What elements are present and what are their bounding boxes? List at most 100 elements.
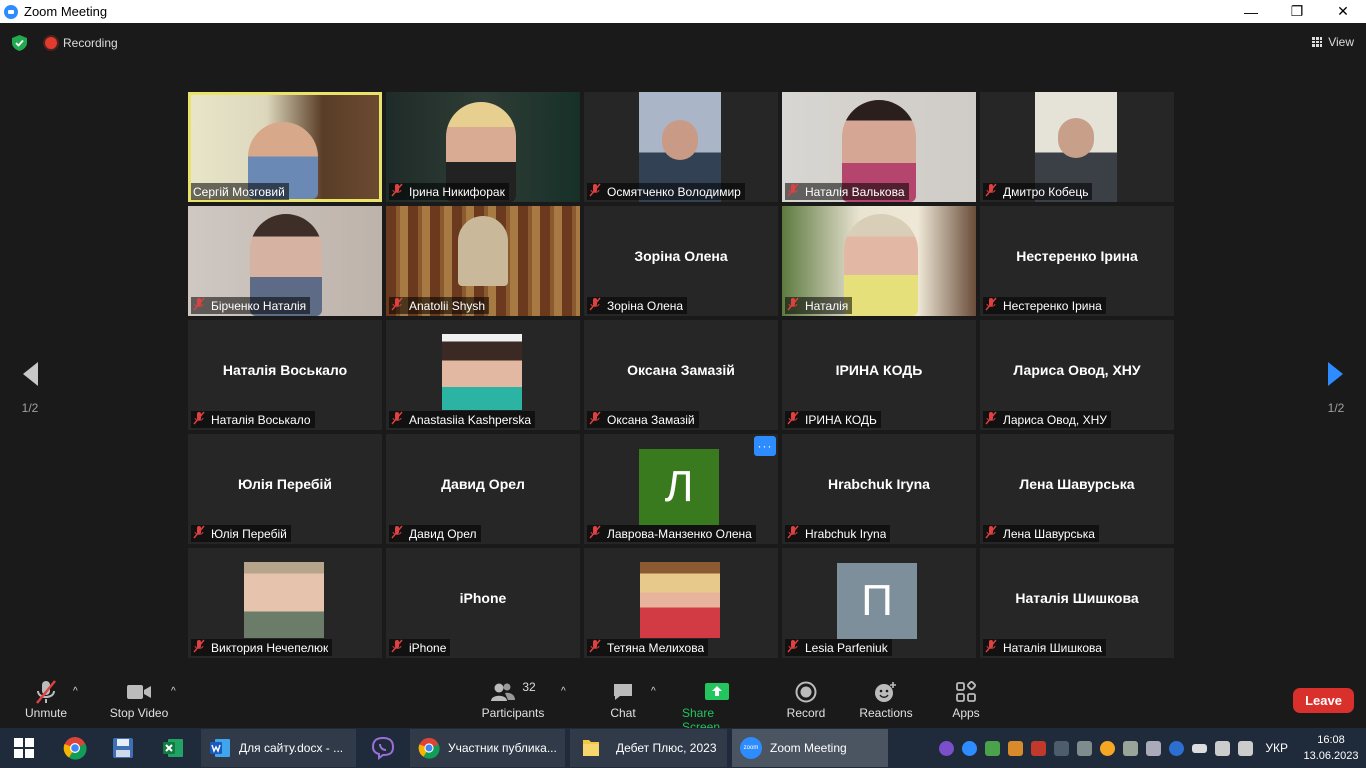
zoom-taskbar-button[interactable]: zoom Zoom Meeting	[732, 729, 888, 767]
zoom-tray-icon[interactable]	[962, 740, 978, 756]
mic-muted-icon	[787, 639, 805, 656]
share-screen-button[interactable]: Share Screen	[682, 678, 752, 734]
chrome-taskbar-button[interactable]	[52, 729, 98, 767]
network-icon[interactable]	[1215, 740, 1231, 756]
participant-tile[interactable]: Давид Орел Давид Орел	[386, 434, 580, 544]
speaker-tray-icon[interactable]	[1031, 740, 1047, 756]
participant-tile[interactable]: Бірченко Наталія	[188, 206, 382, 316]
stop-video-button[interactable]: Stop Video	[108, 678, 170, 720]
participant-tile[interactable]: Ірина Никифорак	[386, 92, 580, 202]
audio-options-caret-icon[interactable]: ^	[73, 686, 78, 697]
participants-count: 32	[522, 680, 536, 694]
participant-tile[interactable]: П Lesia Parfeniuk	[782, 548, 976, 658]
smiley-icon	[874, 678, 898, 706]
participant-tile[interactable]: Наталія Воськало Наталія Воськало	[188, 320, 382, 430]
apps-button[interactable]: Apps	[951, 678, 981, 720]
participant-tile[interactable]: Осмятченко Володимир	[584, 92, 778, 202]
participant-tile[interactable]: Оксана Замазій Оксана Замазій	[584, 320, 778, 430]
view-button[interactable]: View	[1312, 35, 1354, 49]
participant-name-label: Lesia Parfeniuk	[785, 639, 892, 656]
folder-icon	[583, 740, 599, 756]
usb-tray-icon[interactable]	[1146, 740, 1162, 756]
mic-muted-icon	[985, 297, 1003, 314]
next-page-button[interactable]: 1/2	[1322, 360, 1350, 415]
start-button[interactable]	[0, 729, 48, 767]
mic-muted-icon	[391, 411, 409, 428]
display-tray-icon[interactable]	[1077, 740, 1093, 756]
participant-name-label: ІРИНА КОДЬ	[785, 411, 881, 428]
participant-display-name: Hrabchuk Iryna	[828, 476, 930, 492]
star-tray-icon[interactable]	[1100, 740, 1116, 756]
participant-tile[interactable]: Дмитро Кобець	[980, 92, 1174, 202]
restore-button[interactable]: ❐	[1274, 0, 1320, 23]
record-button[interactable]: Record	[786, 678, 826, 720]
mic-muted-icon	[985, 411, 1003, 428]
participant-tile[interactable]: Л ··· Лаврова-Манзенко Олена	[584, 434, 778, 544]
system-tray: УКР 16:08 13.06.2023	[935, 728, 1366, 768]
participant-tile[interactable]: Anatolii Shysh	[386, 206, 580, 316]
mic-muted-icon	[985, 525, 1003, 542]
chrome-icon	[418, 737, 440, 759]
next-page-indicator: 1/2	[1327, 401, 1345, 415]
viber-taskbar-button[interactable]	[361, 729, 405, 767]
participant-tile[interactable]: ІРИНА КОДЬ ІРИНА КОДЬ	[782, 320, 976, 430]
participant-avatar: Л	[639, 449, 719, 525]
windows-taskbar: Для сайту.docx - ... Участник публика...…	[0, 728, 1366, 768]
participant-tile[interactable]: Anastasiia Kashperska	[386, 320, 580, 430]
participant-tile[interactable]: iPhone iPhone	[386, 548, 580, 658]
participant-tile[interactable]: Наталія	[782, 206, 976, 316]
mic-muted-icon	[985, 183, 1003, 200]
unmute-label: Unmute	[24, 706, 68, 720]
bluetooth-icon[interactable]	[1169, 740, 1185, 756]
participant-tile[interactable]: Hrabchuk Iryna Hrabchuk Iryna	[782, 434, 976, 544]
window-title: Zoom Meeting	[24, 4, 108, 19]
unmute-button[interactable]: Unmute	[24, 678, 68, 720]
more-options-button[interactable]: ···	[754, 436, 776, 456]
mic-muted-icon	[787, 525, 805, 542]
prev-page-button[interactable]: 1/2	[16, 360, 44, 415]
participant-tile[interactable]: Сергій Мозговий	[188, 92, 382, 202]
participant-video-figure	[1058, 118, 1094, 158]
participant-display-name: Лариса Овод, ХНУ	[1013, 362, 1141, 378]
participant-tile[interactable]: Виктория Нечепелюк	[188, 548, 382, 658]
participant-tile[interactable]: Юлія Перебій Юлія Перебій	[188, 434, 382, 544]
participant-tile[interactable]: Наталія Валькова	[782, 92, 976, 202]
participant-tile[interactable]: Нестеренко Ірина Нестеренко Ірина	[980, 206, 1174, 316]
recording-indicator[interactable]: Recording	[45, 36, 118, 50]
viber-tray-icon[interactable]	[939, 740, 955, 756]
monitor-tray-icon[interactable]	[1054, 740, 1070, 756]
chrome-icon	[63, 737, 87, 760]
taskbar-clock[interactable]: 16:08 13.06.2023	[1296, 732, 1366, 764]
participants-options-caret-icon[interactable]: ^	[561, 686, 566, 697]
app-tray-icon[interactable]	[985, 740, 1001, 756]
battery-icon[interactable]	[1192, 743, 1208, 753]
chat-options-caret-icon[interactable]: ^	[651, 686, 656, 697]
participant-tile[interactable]: Тетяна Мелихова	[584, 548, 778, 658]
minimize-button[interactable]: —	[1228, 0, 1274, 23]
antivirus-tray-icon[interactable]	[1008, 740, 1024, 756]
close-button[interactable]: ✕	[1320, 0, 1366, 23]
excel-taskbar-button[interactable]	[150, 729, 196, 767]
mic-muted-icon	[787, 297, 805, 314]
video-options-caret-icon[interactable]: ^	[171, 686, 176, 697]
language-indicator[interactable]: УКР	[1265, 741, 1288, 755]
volume-icon[interactable]	[1238, 740, 1254, 756]
save-app-taskbar-button[interactable]	[100, 729, 146, 767]
folder-taskbar-button[interactable]: Дебет Плюс, 2023	[570, 729, 727, 767]
word-taskbar-label: Для сайту.docx - ...	[239, 741, 344, 755]
participant-name-label: Юлія Перебій	[191, 525, 291, 542]
participant-tile[interactable]: Наталія Шишкова Наталія Шишкова	[980, 548, 1174, 658]
reactions-label: Reactions	[859, 706, 913, 720]
reactions-button[interactable]: Reactions	[859, 678, 913, 720]
participant-tile[interactable]: Лариса Овод, ХНУ Лариса Овод, ХНУ	[980, 320, 1174, 430]
keyboard-tray-icon[interactable]	[1123, 740, 1139, 756]
participants-button[interactable]: 32 Participants	[482, 678, 545, 720]
leave-button[interactable]: Leave	[1293, 688, 1354, 713]
participant-tile[interactable]: Лена Шавурська Лена Шавурська	[980, 434, 1174, 544]
shield-icon[interactable]	[12, 35, 27, 51]
participant-tile[interactable]: Зоріна Олена Зоріна Олена	[584, 206, 778, 316]
participant-name-label: iPhone	[389, 639, 451, 656]
word-taskbar-button[interactable]: Для сайту.docx - ...	[201, 729, 356, 767]
chrome-window-taskbar-button[interactable]: Участник публика...	[410, 729, 565, 767]
chat-button[interactable]: Chat	[608, 678, 638, 720]
